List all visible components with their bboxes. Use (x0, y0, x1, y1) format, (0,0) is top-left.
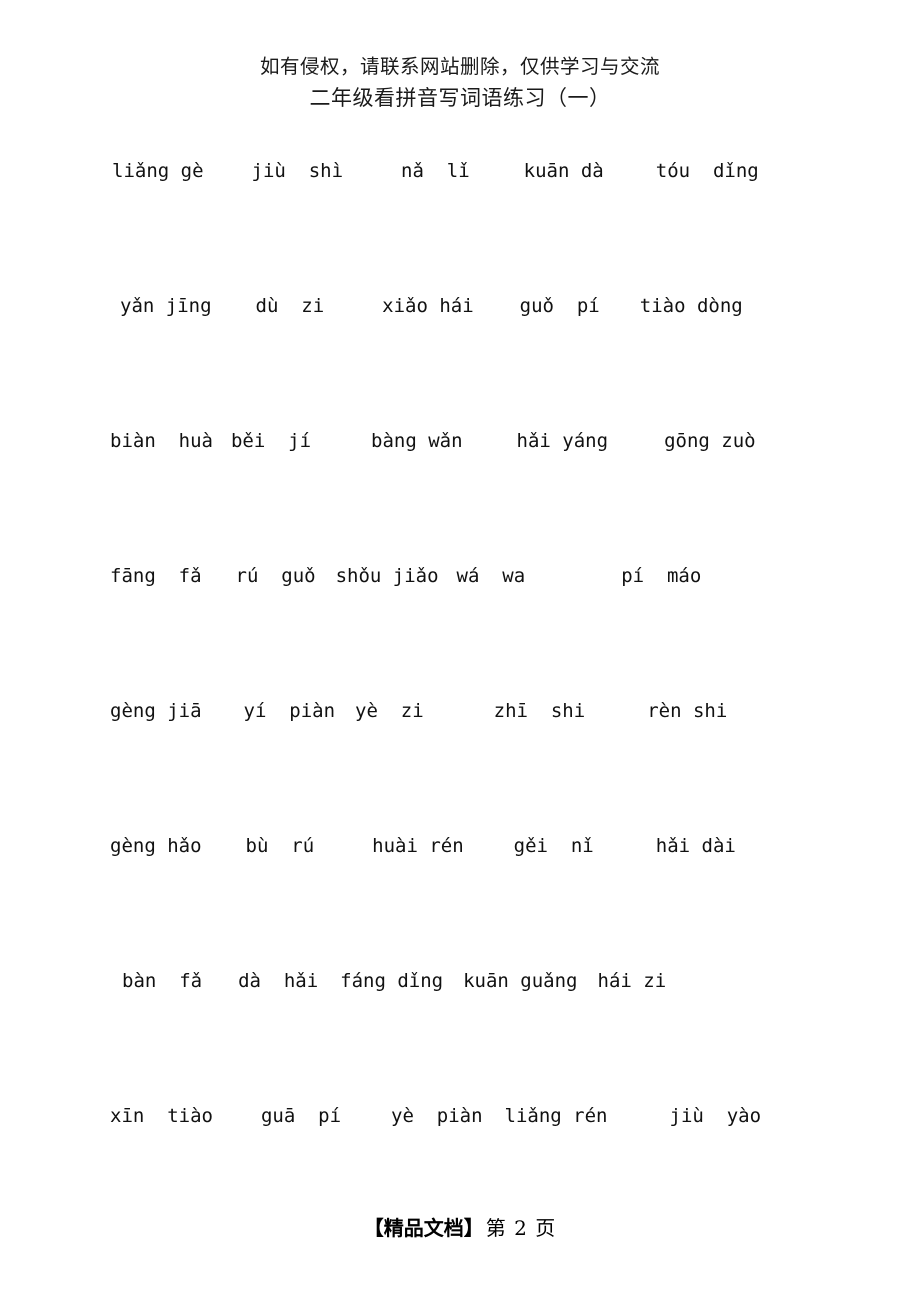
exercise-row: xīn tiào guā pí yè piàn liǎng rén jiù yào (0, 1093, 920, 1228)
page-title: 二年级看拼音写词语练习（一） (309, 86, 611, 110)
page-footer: 【精品文档】第 2 页 (0, 1212, 920, 1241)
pinyin-word: jiù yào (669, 1105, 762, 1127)
exercise-row-content: gèng hǎo bù rú huài rén gěi nǐ hǎi dài (0, 831, 920, 861)
exercise-row: fāng fǎ rú guǒ shǒu jiǎo wá wa pí máo (0, 553, 920, 688)
exercise-row: yǎn jīng dù zi xiǎo hái guǒ pí tiào dòng (0, 283, 920, 418)
pinyin-word: dà hǎi (238, 970, 319, 992)
pinyin-word: biàn huà (110, 430, 213, 452)
exercise-row: gèng jiā yí piàn yè zi zhī shi rèn shi (0, 688, 920, 823)
pinyin-word: yè zi (355, 700, 424, 722)
pinyin-word: gōng zuò (664, 430, 756, 452)
pinyin-word: gèng jiā (110, 700, 202, 722)
pinyin-word: yí piàn (243, 700, 336, 722)
pinyin-word: hái zi (597, 970, 667, 992)
pinyin-word: liǎng gè (112, 160, 204, 182)
pinyin-word: gěi nǐ (513, 835, 594, 857)
pinyin-word: xīn tiào (110, 1105, 213, 1127)
exercise-row: bàn fǎ dà hǎi fáng dǐng kuān guǎng hái zi (0, 958, 920, 1093)
pinyin-word: jiù shì (251, 160, 344, 182)
exercise-row-content: gèng jiā yí piàn yè zi zhī shi rèn shi (0, 696, 920, 726)
pinyin-word: fāng fǎ (110, 565, 202, 587)
exercise-row: liǎng gè jiù shì nǎ lǐ kuān dà tóu dǐng (0, 148, 920, 283)
pinyin-word: liǎng rén (504, 1105, 608, 1127)
exercise-row-content: liǎng gè jiù shì nǎ lǐ kuān dà tóu dǐng (0, 156, 920, 186)
page-number: 第 2 页 (485, 1216, 557, 1240)
exercise-row-content: xīn tiào guā pí yè piàn liǎng rén jiù yào (0, 1101, 920, 1131)
copyright-notice: 如有侵权，请联系网站删除，仅供学习与交流 (259, 55, 660, 78)
pinyin-word: tóu dǐng (655, 160, 759, 182)
pinyin-word: gèng hǎo (110, 835, 202, 857)
worksheet-page: 如有侵权，请联系网站删除，仅供学习与交流 二年级看拼音写词语练习（一） liǎn… (0, 0, 920, 1301)
pinyin-word: xiǎo hái (382, 295, 474, 317)
pinyin-word: wá wa (456, 565, 526, 587)
exercise-row-content: fāng fǎ rú guǒ shǒu jiǎo wá wa pí máo (0, 561, 920, 591)
pinyin-word: fáng dǐng (340, 970, 444, 992)
document-watermark: 【精品文档】 (363, 1216, 484, 1240)
pinyin-word: bàn fǎ (122, 970, 203, 992)
pinyin-word: huài rén (372, 835, 464, 857)
exercise-row-content: bàn fǎ dà hǎi fáng dǐng kuān guǎng hái zi (0, 966, 920, 996)
pinyin-word: yǎn jīng (120, 295, 212, 317)
pinyin-word: tiào dòng (639, 295, 743, 317)
exercise-row-content: yǎn jīng dù zi xiǎo hái guǒ pí tiào dòng (0, 291, 920, 321)
pinyin-word: pí máo (621, 565, 702, 587)
page-header: 如有侵权，请联系网站删除，仅供学习与交流 二年级看拼音写词语练习（一） (0, 52, 920, 114)
pinyin-word: yè piàn (391, 1105, 483, 1127)
pinyin-word: nǎ lǐ (401, 160, 470, 182)
pinyin-word: běi jí (230, 430, 312, 452)
pinyin-word: shǒu jiǎo (335, 565, 439, 587)
pinyin-word: zhī shi (493, 700, 586, 722)
pinyin-word: bù rú (245, 835, 315, 857)
pinyin-word: kuān dà (523, 160, 604, 182)
exercise-row-content: biàn huà běi jí bàng wǎn hǎi yáng gōng zuò (0, 426, 920, 456)
pinyin-word: hǎi yáng (516, 430, 609, 452)
pinyin-word: bàng wǎn (371, 430, 463, 452)
pinyin-word: rú guǒ (235, 565, 316, 587)
pinyin-word: guā pí (260, 1105, 342, 1127)
exercise-row: gèng hǎo bù rú huài rén gěi nǐ hǎi dài (0, 823, 920, 958)
pinyin-word: hǎi dài (655, 835, 736, 857)
pinyin-word: guǒ pí (519, 295, 600, 317)
pinyin-word: kuān guǎng (463, 970, 578, 992)
exercise-row: biàn huà běi jí bàng wǎn hǎi yáng gōng zuò (0, 418, 920, 553)
exercise-rows: liǎng gè jiù shì nǎ lǐ kuān dà tóu dǐng yǎn j… (0, 148, 920, 1228)
pinyin-word: rèn shi (647, 700, 728, 722)
pinyin-word: dù zi (255, 295, 325, 317)
